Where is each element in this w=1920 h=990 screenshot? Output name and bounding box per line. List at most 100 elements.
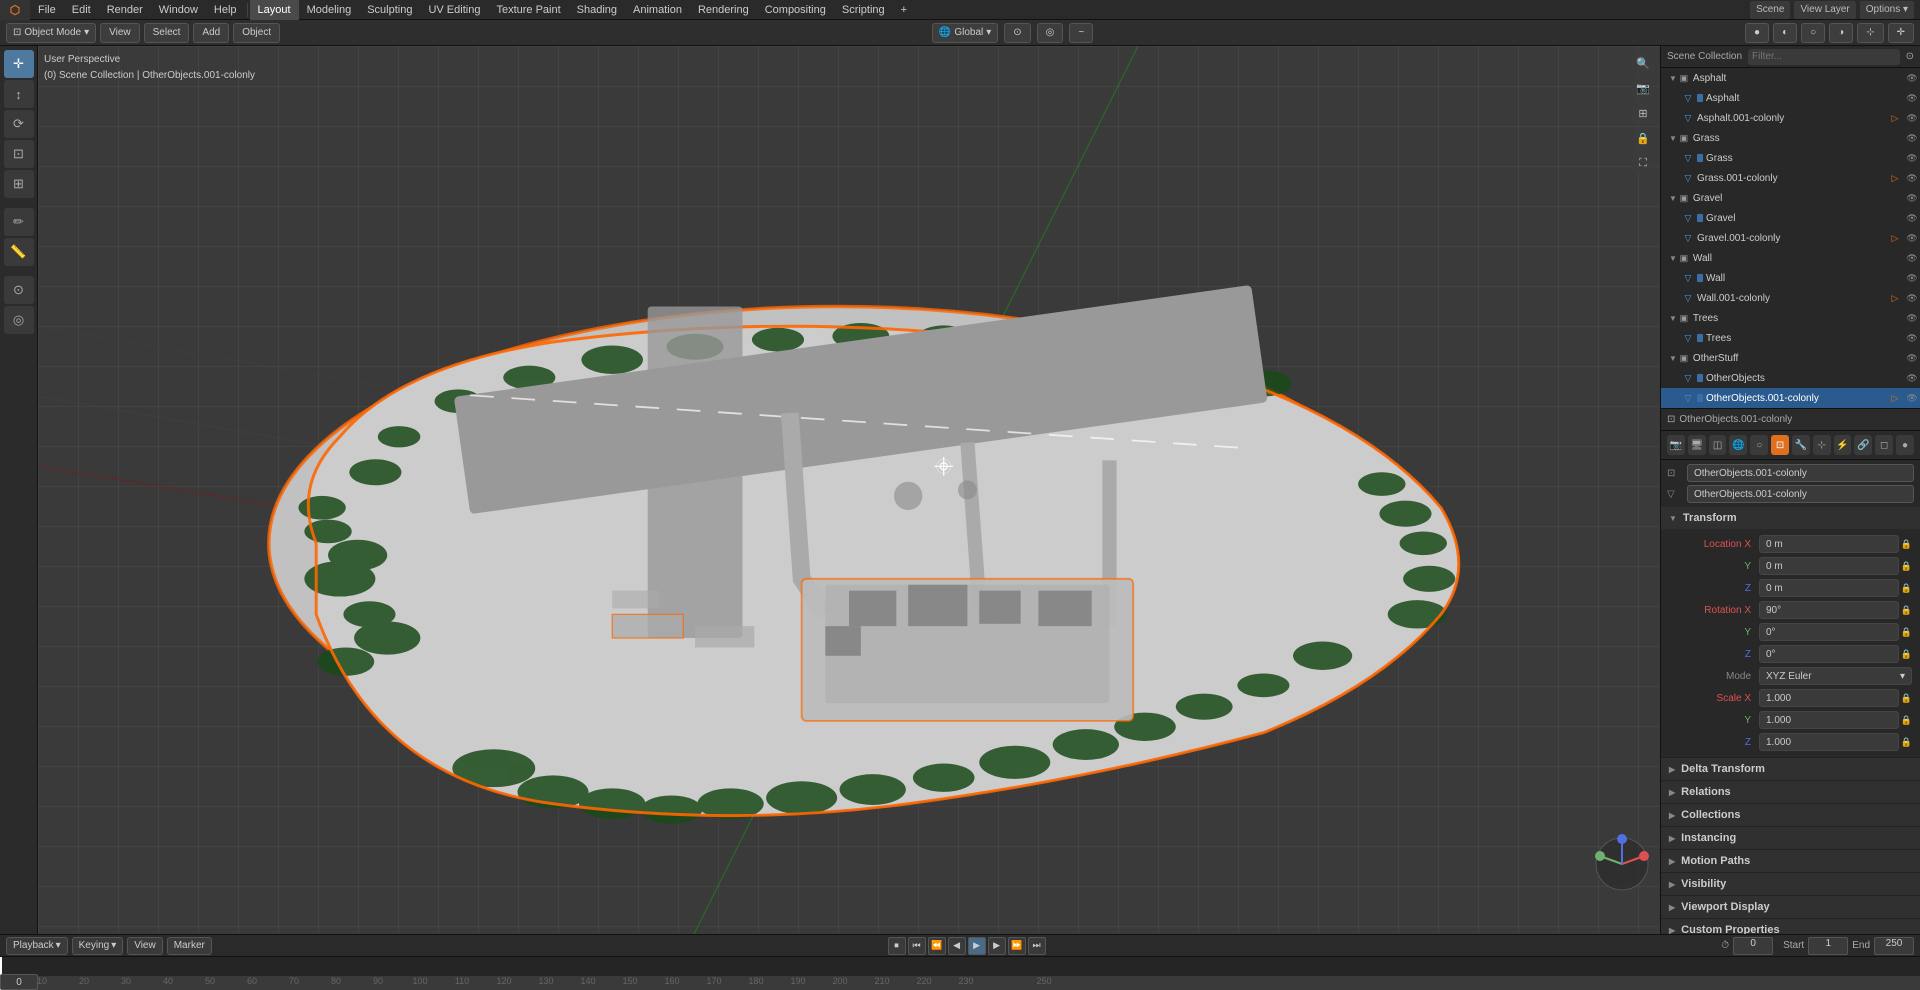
current-frame-badge[interactable]: 0 bbox=[0, 974, 38, 990]
viewport-search-btn[interactable]: 🔍 bbox=[1632, 52, 1654, 74]
visibility-icon[interactable]: 👁 bbox=[1904, 330, 1920, 346]
viewport-grid-btn[interactable]: ⊞ bbox=[1632, 102, 1654, 124]
object-button[interactable]: Object bbox=[233, 23, 280, 43]
prop-tab-output[interactable]: 🖥 bbox=[1688, 435, 1706, 455]
rotation-mode-dropdown[interactable]: XYZ Euler ▾ bbox=[1759, 667, 1912, 685]
options-button[interactable]: Options ▾ bbox=[1860, 1, 1914, 19]
mode-dropdown[interactable]: ⊡ Object Mode ▾ bbox=[6, 23, 96, 43]
prop-tab-render[interactable]: 📷 bbox=[1667, 435, 1685, 455]
rotation-y-field[interactable]: 0° bbox=[1759, 623, 1899, 641]
marker-dropdown[interactable]: Marker bbox=[167, 937, 212, 955]
outliner-item-trees-col[interactable]: ▼ ▣ Trees 👁 bbox=[1661, 308, 1920, 328]
main-3d-viewport[interactable]: User Perspective (0) Scene Collection | … bbox=[38, 46, 1660, 934]
viewport-fullscreen-btn[interactable]: ⛶ bbox=[1632, 152, 1654, 174]
navigation-gizmo[interactable]: X Y Z bbox=[1592, 834, 1652, 894]
view-dropdown[interactable]: View bbox=[127, 937, 163, 955]
visibility-icon[interactable]: 👁 bbox=[1904, 150, 1920, 166]
visibility-icon[interactable]: 👁 bbox=[1904, 250, 1920, 266]
visibility-icon[interactable]: 👁 bbox=[1904, 70, 1920, 86]
visibility-icon[interactable]: 👁 bbox=[1904, 130, 1920, 146]
visibility-header[interactable]: ▶ Visibility bbox=[1661, 873, 1920, 895]
next-keyframe-btn[interactable]: ▶ bbox=[988, 937, 1006, 955]
move-tool-btn[interactable]: ↕ bbox=[4, 80, 34, 108]
view-layer-selector[interactable]: View Layer bbox=[1794, 1, 1855, 19]
workspace-uv-editing[interactable]: UV Editing bbox=[420, 0, 488, 20]
select-button[interactable]: Select bbox=[144, 23, 190, 43]
prop-tab-constraints[interactable]: 🔗 bbox=[1854, 435, 1872, 455]
workspace-compositing[interactable]: Compositing bbox=[757, 0, 834, 20]
play-btn[interactable]: ▶ bbox=[968, 937, 986, 955]
step-back-btn[interactable]: ⏪ bbox=[928, 937, 946, 955]
menu-file[interactable]: File bbox=[30, 0, 64, 20]
location-y-field[interactable]: 0 m bbox=[1759, 557, 1899, 575]
outliner-item-wall-col[interactable]: ▼ ▣ Wall 👁 bbox=[1661, 248, 1920, 268]
transform-section-header[interactable]: ▼ Transform bbox=[1661, 507, 1920, 529]
object-name-field[interactable]: OtherObjects.001-colonly bbox=[1687, 464, 1914, 482]
outliner-item-gravel-colonly[interactable]: ▽ Gravel.001-colonly ▷ 👁 bbox=[1661, 228, 1920, 248]
visibility-icon[interactable]: 👁 bbox=[1904, 90, 1920, 106]
outliner-filter-input[interactable] bbox=[1748, 49, 1900, 65]
outliner-item-wall-mesh[interactable]: ▽ Wall 👁 bbox=[1661, 268, 1920, 288]
prop-tab-physics[interactable]: ⚡ bbox=[1834, 435, 1852, 455]
rotate-tool-btn[interactable]: ⟳ bbox=[4, 110, 34, 138]
select-tool-btn[interactable]: ✛ bbox=[4, 50, 34, 78]
origin-tool-btn[interactable]: ◎ bbox=[4, 306, 34, 334]
menu-help[interactable]: Help bbox=[206, 0, 245, 20]
outliner-item-otherstuff-col[interactable]: ▼ ▣ OtherStuff 👁 bbox=[1661, 348, 1920, 368]
snap-cursor-btn[interactable]: ⊙ bbox=[4, 276, 34, 304]
keying-dropdown[interactable]: Keying ▾ bbox=[72, 937, 124, 955]
outliner-item-grass-mesh[interactable]: ▽ Grass 👁 bbox=[1661, 148, 1920, 168]
viewport-shading-btn2[interactable]: ◐ bbox=[1773, 23, 1797, 43]
prop-tab-data[interactable]: ◻ bbox=[1875, 435, 1893, 455]
location-z-field[interactable]: 0 m bbox=[1759, 579, 1899, 597]
workspace-sculpting[interactable]: Sculpting bbox=[359, 0, 420, 20]
outliner-item-grass-col[interactable]: ▼ ▣ Grass 👁 bbox=[1661, 128, 1920, 148]
prop-tab-scene[interactable]: 🌐 bbox=[1729, 435, 1747, 455]
timeline-area[interactable]: 0 10 20 30 40 50 60 70 80 90 100 110 120… bbox=[0, 957, 1920, 990]
outliner-item-gravel-mesh[interactable]: ▽ Gravel 👁 bbox=[1661, 208, 1920, 228]
viewport-shading-btn4[interactable]: ◑ bbox=[1829, 23, 1853, 43]
custom-properties-header[interactable]: ▶ Custom Properties bbox=[1661, 919, 1920, 934]
menu-edit[interactable]: Edit bbox=[64, 0, 99, 20]
workspace-scripting[interactable]: Scripting bbox=[834, 0, 893, 20]
annotate-tool-btn[interactable]: ✏ bbox=[4, 208, 34, 236]
end-frame-input[interactable]: 250 bbox=[1874, 937, 1914, 955]
visibility-icon[interactable]: 👁 bbox=[1904, 230, 1920, 246]
workspace-shading[interactable]: Shading bbox=[569, 0, 625, 20]
transform-dropdown[interactable]: 🌐 Global ▾ bbox=[932, 23, 998, 43]
outliner-item-asphalt-colonly[interactable]: ▽ Asphalt.001-colonly ▷ 👁 bbox=[1661, 108, 1920, 128]
visibility-icon[interactable]: 👁 bbox=[1904, 110, 1920, 126]
relations-header[interactable]: ▶ Relations bbox=[1661, 781, 1920, 803]
visibility-icon[interactable]: 👁 bbox=[1904, 190, 1920, 206]
scale-tool-btn[interactable]: ⊡ bbox=[4, 140, 34, 168]
jump-start-btn[interactable]: ⏮ bbox=[908, 937, 926, 955]
scale-z-field[interactable]: 1.000 bbox=[1759, 733, 1899, 751]
outliner-item-wall-colonly[interactable]: ▽ Wall.001-colonly ▷ 👁 bbox=[1661, 288, 1920, 308]
outliner-filter-icon[interactable]: ⊙ bbox=[1906, 51, 1914, 62]
prop-tab-world[interactable]: ○ bbox=[1750, 435, 1768, 455]
transform-extra-btn[interactable]: ~ bbox=[1069, 23, 1093, 43]
snap-btn[interactable]: ⊙ bbox=[1004, 23, 1030, 43]
outliner-item-asphalt-col[interactable]: ▼ ▣ Asphalt 👁 bbox=[1661, 68, 1920, 88]
workspace-rendering[interactable]: Rendering bbox=[690, 0, 757, 20]
outliner-item-otherobjects-mesh[interactable]: ▽ OtherObjects 👁 bbox=[1661, 368, 1920, 388]
visibility-icon[interactable]: 👁 bbox=[1904, 170, 1920, 186]
scale-y-field[interactable]: 1.000 bbox=[1759, 711, 1899, 729]
workspace-texture-paint[interactable]: Texture Paint bbox=[488, 0, 568, 20]
visibility-icon[interactable]: 👁 bbox=[1904, 310, 1920, 326]
rotation-x-field[interactable]: 90° bbox=[1759, 601, 1899, 619]
menu-window[interactable]: Window bbox=[151, 0, 206, 20]
workspace-animation[interactable]: Animation bbox=[625, 0, 690, 20]
rotation-z-field[interactable]: 0° bbox=[1759, 645, 1899, 663]
delta-transform-header[interactable]: ▶ Delta Transform bbox=[1661, 758, 1920, 780]
visibility-icon[interactable]: 👁 bbox=[1904, 390, 1920, 406]
stop-btn[interactable]: ⏹ bbox=[888, 937, 906, 955]
viewport-lock-btn[interactable]: 🔒 bbox=[1632, 127, 1654, 149]
instancing-header[interactable]: ▶ Instancing bbox=[1661, 827, 1920, 849]
proportional-btn[interactable]: ◎ bbox=[1037, 23, 1064, 43]
transform-tool-btn[interactable]: ⊞ bbox=[4, 170, 34, 198]
scale-x-field[interactable]: 1.000 bbox=[1759, 689, 1899, 707]
viewport-gizmo-btn[interactable]: ✛ bbox=[1888, 23, 1914, 43]
visibility-icon[interactable]: 👁 bbox=[1904, 270, 1920, 286]
workspace-layout[interactable]: Layout bbox=[250, 0, 299, 20]
